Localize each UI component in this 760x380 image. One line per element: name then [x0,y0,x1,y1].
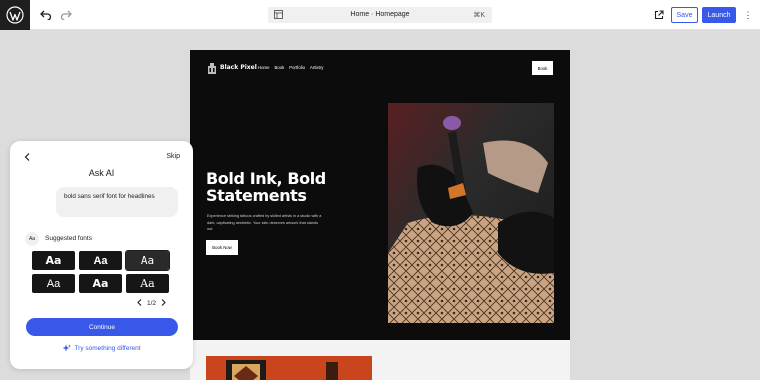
ask-ai-panel: Skip Ask AI bold sans serif font for hea… [10,141,193,369]
hero-tattoo-image [388,103,554,323]
portfolio-image [206,356,372,380]
font-pager: 1/2 [137,299,166,308]
save-button[interactable]: Save [671,7,698,23]
pager-prev-chevron-icon[interactable] [137,299,142,308]
try-something-different-label: Try something different [74,345,141,352]
font-option-tile[interactable]: Aa [32,274,75,293]
site-nav-book[interactable]: Book [274,65,284,70]
try-something-different-link[interactable]: Try something different [10,344,193,353]
site-nav-home[interactable]: Home [258,65,269,70]
site-header: Black Pixel Home Book Portfolio Artistry… [190,50,570,88]
font-option-tile-selected[interactable]: Aa [124,249,171,272]
back-chevron-icon[interactable] [22,152,32,162]
lower-section [190,340,570,380]
pager-count: 1/2 [147,300,157,307]
site-nav-artistry[interactable]: Artistry [310,65,323,70]
font-option-tile[interactable]: Aa [126,274,169,293]
site-logo-icon [208,63,216,74]
hero-heading: Bold Ink, Bold Statements [206,169,326,205]
command-shortcut: ⌘K [473,12,485,19]
document-title: Home · Homepage [350,11,410,18]
skip-button[interactable]: Skip [166,153,180,160]
ai-avatar: Aa [25,232,39,246]
font-option-tile[interactable]: Aa [79,251,122,270]
font-option-tile[interactable]: Aa [32,251,75,270]
sparkle-icon [62,344,72,352]
document-bar[interactable]: Home · Homepage ⌘K [268,7,492,23]
editor-top-bar: Home · Homepage ⌘K Save Launch ⋮ [0,0,760,30]
user-message-bubble: bold sans serif font for headlines [56,187,178,217]
site-nav-portfolio[interactable]: Portfolio [289,65,305,70]
site-navigation: Home Book Portfolio Artistry [258,65,323,70]
site-title[interactable]: Black Pixel [220,64,257,71]
site-book-button[interactable]: Book [532,61,553,75]
font-options-grid: Aa Aa Aa Aa Aa Aa [32,249,173,293]
undo-icon[interactable] [38,7,54,23]
wordpress-icon [6,6,24,24]
hero-description: Experience striking tattoos crafted by s… [207,214,322,231]
launch-button[interactable]: Launch [702,7,736,23]
wordpress-logo[interactable] [0,0,30,30]
continue-button[interactable]: Continue [26,318,178,336]
hero-book-now-button[interactable]: Book Now [206,240,238,255]
redo-icon[interactable] [58,7,74,23]
pager-next-chevron-icon[interactable] [161,299,166,308]
more-vertical-icon[interactable]: ⋮ [742,7,754,23]
font-option-tile[interactable]: Aa [79,274,122,293]
suggested-fonts-label: Suggested fonts [45,235,92,242]
ask-ai-title: Ask AI [88,168,115,178]
site-preview-canvas: Black Pixel Home Book Portfolio Artistry… [190,50,570,380]
external-link-icon[interactable] [651,7,667,23]
